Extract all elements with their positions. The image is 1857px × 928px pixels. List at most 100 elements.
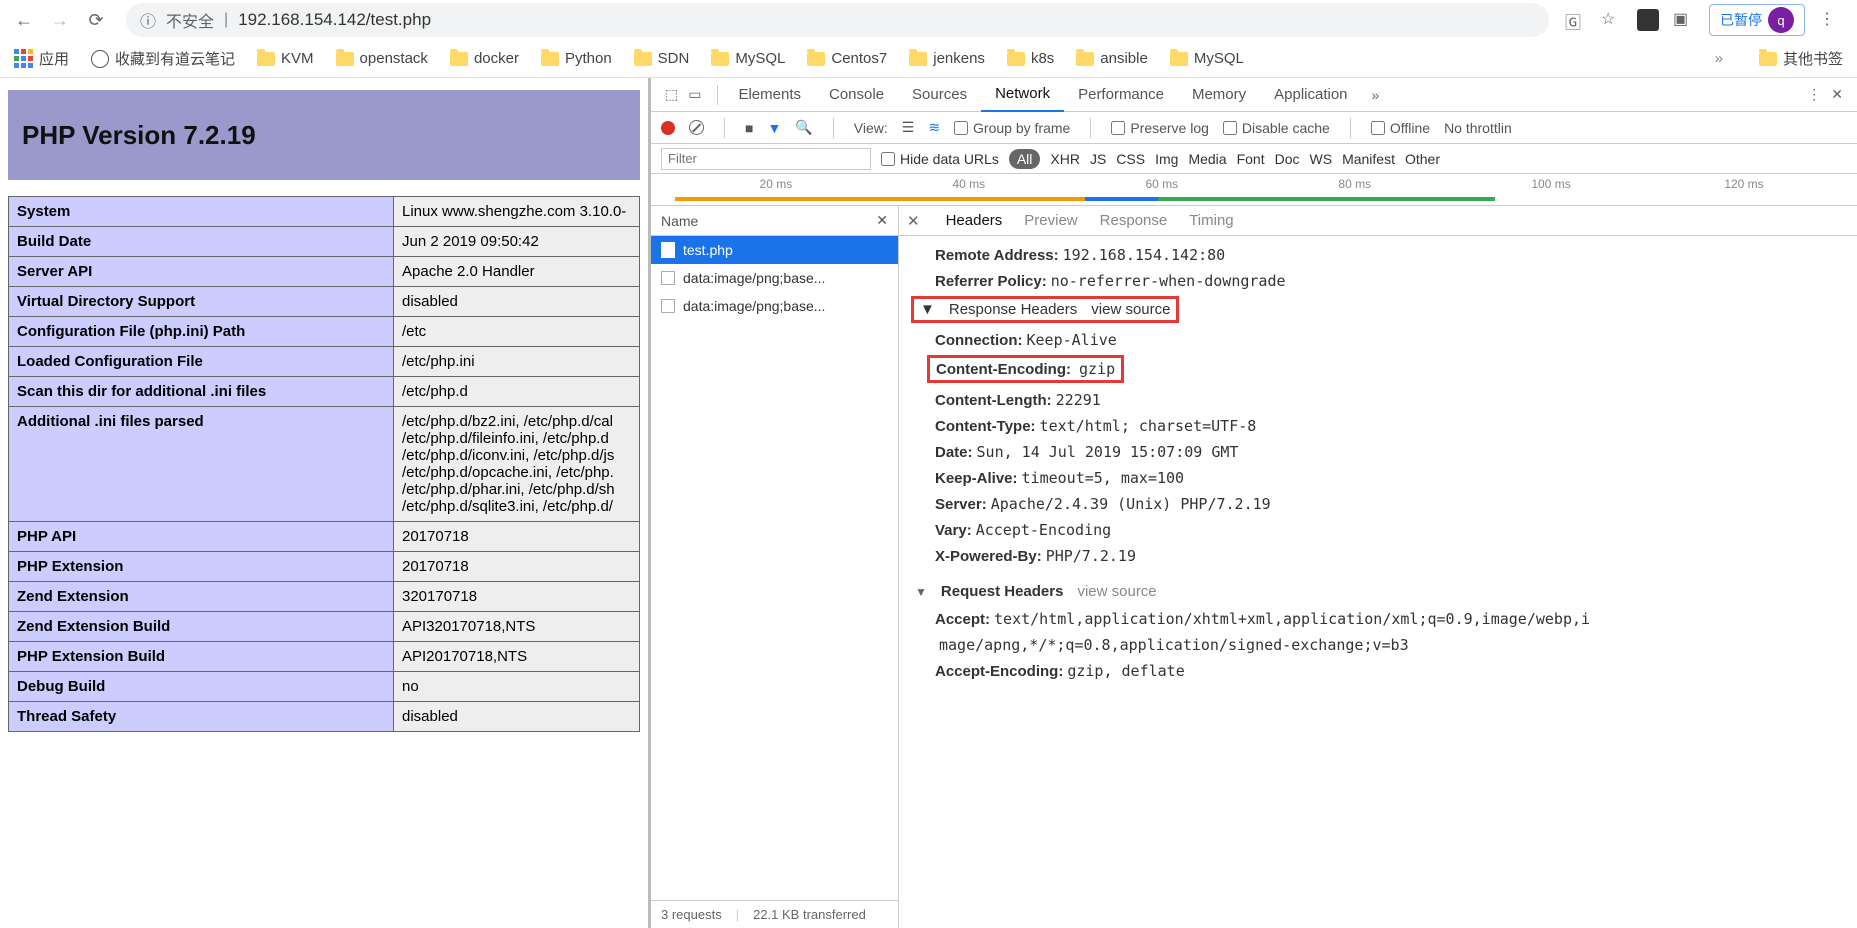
network-filter-bar: Hide data URLs All XHR JS CSS Img Media Font Do…: [651, 144, 1857, 174]
extension2-icon[interactable]: ▣: [1673, 9, 1695, 31]
phpinfo-table: SystemLinux www.shengzhe.com 3.10.0-Buil…: [8, 196, 640, 732]
apps-button[interactable]: 应用: [14, 48, 69, 69]
filter-type-all[interactable]: All: [1009, 149, 1041, 169]
folder-icon: [909, 52, 927, 66]
detail-tab-preview[interactable]: Preview: [1024, 212, 1077, 229]
bookmarks-bar: 应用 收藏到有道云笔记 KVM openstack docker Python SDN M…: [0, 40, 1857, 78]
bookmark-folder[interactable]: Centos7: [807, 50, 887, 67]
forward-button[interactable]: →: [46, 6, 74, 34]
reload-button[interactable]: ⟳: [82, 6, 110, 34]
timeline-tick: 100 ms: [1531, 177, 1570, 191]
bookmark-folder[interactable]: openstack: [336, 50, 428, 67]
request-detail: ✕ HeadersPreviewResponseTiming Remote Ad…: [899, 206, 1857, 928]
request-headers-section[interactable]: ▼ Request Headers view source: [915, 577, 1857, 606]
bookmark-folder[interactable]: MySQL: [711, 50, 785, 67]
bookmark-folder[interactable]: docker: [450, 50, 519, 67]
bookmark-folder[interactable]: KVM: [257, 50, 314, 67]
detail-tab-timing[interactable]: Timing: [1189, 212, 1233, 229]
other-bookmarks[interactable]: 其他书签: [1759, 48, 1843, 69]
search-icon[interactable]: 🔍: [795, 119, 812, 136]
timeline-tick: 80 ms: [1338, 177, 1371, 191]
filter-type-doc[interactable]: Doc: [1275, 151, 1300, 167]
tab-console[interactable]: Console: [815, 78, 898, 112]
tab-sources[interactable]: Sources: [898, 78, 981, 112]
bookmark-folder[interactable]: k8s: [1007, 50, 1054, 67]
request-item[interactable]: data:image/png;base...: [651, 292, 898, 320]
filter-type-ws[interactable]: WS: [1310, 151, 1333, 167]
record-button[interactable]: [661, 121, 675, 135]
filter-type-xhr[interactable]: XHR: [1050, 151, 1080, 167]
paused-badge[interactable]: 已暂停q: [1709, 4, 1805, 36]
address-bar[interactable]: ⓘ 不安全 | 192.168.154.142/test.php: [126, 3, 1549, 37]
folder-icon: [541, 52, 559, 66]
detail-close-icon[interactable]: ✕: [907, 212, 926, 230]
clear-button[interactable]: [689, 120, 704, 135]
filter-type-font[interactable]: Font: [1237, 151, 1265, 167]
bookmarks-overflow[interactable]: »: [1715, 50, 1723, 67]
detail-tab-response[interactable]: Response: [1100, 212, 1168, 229]
request-item[interactable]: test.php: [651, 236, 898, 264]
filter-type-other[interactable]: Other: [1405, 151, 1440, 167]
filter-type-img[interactable]: Img: [1155, 151, 1178, 167]
disable-cache-checkbox[interactable]: Disable cache: [1223, 120, 1330, 136]
extension-icon[interactable]: [1637, 9, 1659, 31]
tab-elements[interactable]: Elements: [724, 78, 815, 112]
close-detail-icon[interactable]: ✕: [876, 212, 888, 229]
list-view-icon[interactable]: ☰: [902, 119, 915, 136]
main-area: PHP Version 7.2.19 SystemLinux www.sheng…: [0, 78, 1857, 928]
hide-data-urls-checkbox[interactable]: Hide data URLs: [881, 151, 999, 167]
translate-icon[interactable]: 🄶: [1565, 9, 1587, 31]
info-icon: ⓘ: [140, 8, 156, 32]
filter-type-manifest[interactable]: Manifest: [1342, 151, 1395, 167]
preserve-log-checkbox[interactable]: Preserve log: [1111, 120, 1209, 136]
filter-type-media[interactable]: Media: [1188, 151, 1226, 167]
bookmark-folder[interactable]: jenkens: [909, 50, 985, 67]
timeline-tick: 120 ms: [1724, 177, 1763, 191]
filter-type-css[interactable]: CSS: [1116, 151, 1145, 167]
chevron-down-icon[interactable]: ▼: [920, 301, 935, 318]
filter-type-js[interactable]: JS: [1090, 151, 1106, 167]
insecure-label: 不安全: [166, 8, 214, 32]
menu-icon[interactable]: ⋮: [1819, 9, 1841, 31]
tab-network[interactable]: Network: [981, 78, 1064, 112]
network-timeline[interactable]: 20 ms40 ms60 ms80 ms100 ms120 ms: [651, 174, 1857, 206]
table-row: PHP Extension20170718: [9, 552, 640, 582]
bookmark-youdao[interactable]: 收藏到有道云笔记: [91, 48, 235, 69]
view-label: View:: [854, 120, 888, 136]
folder-icon: [450, 52, 468, 66]
filter-icon[interactable]: ▼: [767, 120, 781, 136]
back-button[interactable]: ←: [10, 6, 38, 34]
tabs-overflow-icon[interactable]: »: [1362, 87, 1390, 103]
tab-memory[interactable]: Memory: [1178, 78, 1260, 112]
detail-tab-headers[interactable]: Headers: [946, 212, 1003, 229]
globe-icon: [91, 50, 109, 68]
device-icon[interactable]: ▭: [688, 86, 701, 103]
camera-icon[interactable]: ■: [745, 120, 753, 136]
bookmark-folder[interactable]: SDN: [634, 50, 690, 67]
waterfall-view-icon[interactable]: ≋: [928, 119, 940, 136]
offline-checkbox[interactable]: Offline: [1371, 120, 1430, 136]
inspect-icon[interactable]: ⬚: [665, 86, 678, 103]
group-by-frame-checkbox[interactable]: Group by frame: [954, 120, 1070, 136]
star-icon[interactable]: ☆: [1601, 9, 1623, 31]
request-list: Name ✕ test.phpdata:image/png;base...dat…: [651, 206, 899, 928]
timeline-tick: 60 ms: [1145, 177, 1178, 191]
tab-application[interactable]: Application: [1260, 78, 1361, 112]
table-row: Virtual Directory Supportdisabled: [9, 287, 640, 317]
devtools-panel: ⬚ ▭ ElementsConsoleSourcesNetworkPerform…: [648, 78, 1857, 928]
page-title: PHP Version 7.2.19: [22, 120, 256, 151]
view-source-link[interactable]: view source: [1077, 583, 1156, 600]
devtools-close-icon[interactable]: ✕: [1831, 86, 1843, 103]
view-source-link[interactable]: view source: [1091, 301, 1170, 318]
bookmark-folder[interactable]: MySQL: [1170, 50, 1244, 67]
bookmark-folder[interactable]: ansible: [1076, 50, 1148, 67]
throttle-dropdown[interactable]: No throttlin: [1444, 120, 1512, 136]
folder-icon: [711, 52, 729, 66]
filter-input[interactable]: [661, 148, 871, 170]
tab-performance[interactable]: Performance: [1064, 78, 1178, 112]
bookmark-folder[interactable]: Python: [541, 50, 612, 67]
folder-icon: [807, 52, 825, 66]
request-item[interactable]: data:image/png;base...: [651, 264, 898, 292]
devtools-menu-icon[interactable]: ⋮: [1807, 86, 1821, 103]
table-row: Scan this dir for additional .ini files/…: [9, 377, 640, 407]
